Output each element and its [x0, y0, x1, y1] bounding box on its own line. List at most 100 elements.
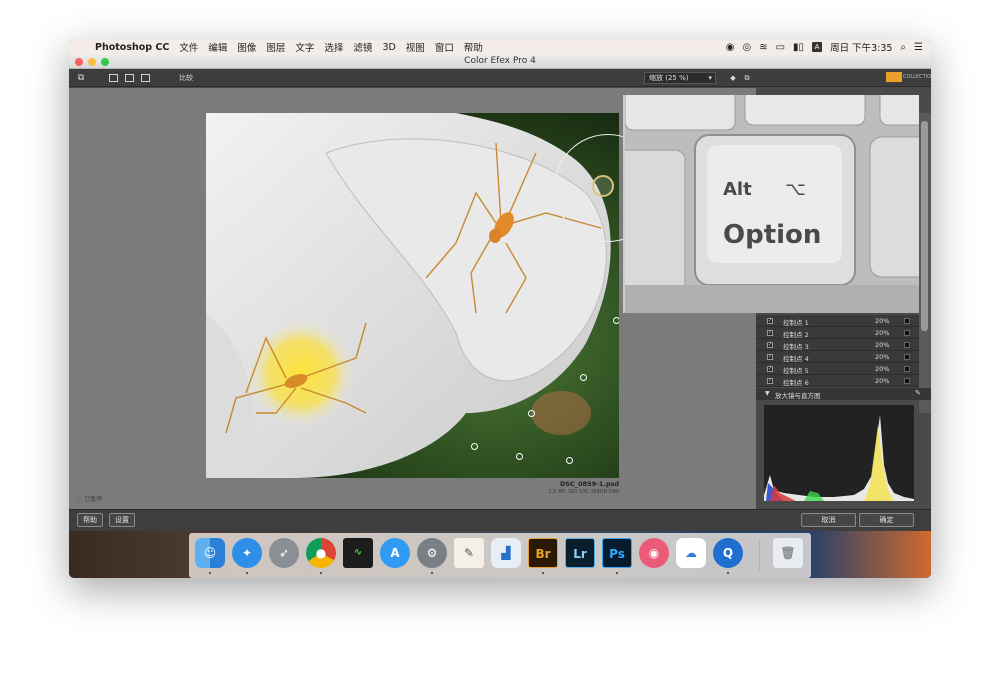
- single-view-icon[interactable]: [109, 74, 118, 82]
- dock-running-indicator: [431, 572, 433, 574]
- control-point-checkbox[interactable]: ✓: [767, 330, 773, 336]
- control-point-checkbox[interactable]: ✓: [767, 378, 773, 384]
- mac-menubar: Photoshop CC 文件 编辑 图像 图层 文字 选择 滤镜 3D 视图 …: [69, 39, 931, 55]
- dock-running-indicator: [246, 572, 248, 574]
- control-point-checkbox[interactable]: ✓: [767, 318, 773, 324]
- activity-monitor-icon[interactable]: ∿: [343, 538, 373, 568]
- render-status-label: 已暂停: [84, 496, 103, 503]
- panel-toggle-icon[interactable]: ⧉: [742, 72, 752, 84]
- menubar-clock[interactable]: 周日 下午3:35: [830, 40, 892, 54]
- menu-window[interactable]: 窗口: [435, 40, 454, 54]
- input-source-icon[interactable]: A: [812, 42, 823, 52]
- control-point-marker[interactable]: [516, 453, 523, 460]
- menu-3d[interactable]: 3D: [382, 42, 395, 53]
- menu-image[interactable]: 图像: [237, 40, 256, 54]
- loupe-histogram-header[interactable]: ▼ 放大镜与直方图 ✎: [756, 388, 931, 400]
- airplay-icon[interactable]: ▭: [776, 42, 785, 53]
- search-icon[interactable]: ⌕: [900, 42, 906, 53]
- collapse-triangle-icon[interactable]: ▼: [765, 390, 770, 397]
- control-point-row[interactable]: ✓ 控制点 6 20%: [756, 375, 919, 387]
- weibo-icon[interactable]: ◉: [639, 538, 669, 568]
- dock-running-indicator: [209, 572, 211, 574]
- window-title: Color Efex Pro 4: [464, 56, 536, 66]
- image-filename: DSC_0859-1.psd: [559, 480, 619, 488]
- finder-icon[interactable]: ☺: [195, 538, 225, 568]
- control-point-marker[interactable]: [471, 443, 478, 450]
- control-point-marker[interactable]: [566, 457, 573, 464]
- quicktime-icon[interactable]: Q: [713, 538, 743, 568]
- control-point-checkbox[interactable]: ✓: [767, 354, 773, 360]
- control-point-marker[interactable]: [528, 410, 535, 417]
- app-store-icon[interactable]: A: [380, 538, 410, 568]
- cancel-button[interactable]: 取消: [801, 513, 856, 527]
- control-point-mask-toggle[interactable]: [904, 378, 910, 384]
- control-point-mask-toggle[interactable]: [904, 318, 910, 324]
- side-by-side-view-icon[interactable]: [141, 74, 150, 82]
- scrollbar-thumb[interactable]: [921, 121, 928, 331]
- control-point-row[interactable]: ✓ 控制点 2 20%: [756, 327, 919, 339]
- wifi-icon[interactable]: ≋: [759, 42, 767, 53]
- control-point-list: ✓ 控制点 1 20% ✓ 控制点 2 20% ✓ 控制点 3 20% ✓ 控制…: [756, 315, 919, 387]
- menu-type[interactable]: 文字: [295, 40, 314, 54]
- settings-button[interactable]: 设置: [109, 513, 135, 527]
- control-point-mask-toggle[interactable]: [904, 342, 910, 348]
- layout-toggle-icon[interactable]: ⧉: [75, 72, 87, 84]
- control-point-marker[interactable]: [613, 317, 619, 324]
- control-point-row[interactable]: ✓ 控制点 5 20%: [756, 363, 919, 375]
- lightroom-icon[interactable]: Lr: [565, 538, 595, 568]
- panel-scrollbar[interactable]: [919, 113, 931, 413]
- dock: ☺ ✦ ➶ ● ∿ A ⚙ ✎ ▟ Br Lr Ps ◉ ☁ Q 🗑: [189, 533, 811, 578]
- key-option-label: Option: [723, 220, 821, 250]
- render-status: ◌ 已暂停: [77, 494, 102, 503]
- dock-running-indicator: [320, 572, 322, 574]
- control-point-opacity: 20%: [875, 329, 890, 337]
- control-point-name: 控制点 2: [783, 331, 809, 339]
- menu-edit[interactable]: 编辑: [208, 40, 227, 54]
- control-point-mask-toggle[interactable]: [904, 330, 910, 336]
- trash-icon[interactable]: 🗑: [773, 538, 803, 568]
- control-point-opacity: 20%: [875, 353, 890, 361]
- bridge-icon[interactable]: Br: [528, 538, 558, 568]
- control-point-marker[interactable]: [580, 374, 587, 381]
- notification-center-icon[interactable]: ☰: [914, 42, 923, 53]
- ok-button[interactable]: 确定: [859, 513, 914, 527]
- image-details: 1.5 MP, ISO 500, NIKON D90: [548, 489, 619, 495]
- menu-select[interactable]: 选择: [324, 40, 343, 54]
- menu-view[interactable]: 视图: [406, 40, 425, 54]
- histogram-graph: [764, 415, 914, 501]
- battery-icon[interactable]: ▮▯: [793, 42, 804, 53]
- control-point-mask-toggle[interactable]: [904, 354, 910, 360]
- photoshop-icon[interactable]: Ps: [602, 538, 632, 568]
- zoom-select-label: 缩放 (25 %): [649, 74, 689, 82]
- menubar-app-name[interactable]: Photoshop CC: [95, 42, 169, 53]
- baidu-netdisk-icon[interactable]: ☁: [676, 538, 706, 568]
- menu-help[interactable]: 帮助: [464, 40, 483, 54]
- zoom-select[interactable]: 缩放 (25 %) ▾: [644, 72, 716, 84]
- compare-button[interactable]: 比较: [175, 72, 197, 84]
- record-icon[interactable]: ◉: [726, 42, 735, 53]
- keynote-icon[interactable]: ▟: [491, 538, 521, 568]
- safari-icon[interactable]: ✦: [232, 538, 262, 568]
- menu-file[interactable]: 文件: [179, 40, 198, 54]
- control-point-checkbox[interactable]: ✓: [767, 342, 773, 348]
- textedit-icon[interactable]: ✎: [454, 538, 484, 568]
- control-point-row[interactable]: ✓ 控制点 3 20%: [756, 339, 919, 351]
- toolbar: ⧉ 比较 缩放 (25 %) ▾ ◆ ⧉ COLLECTION: [69, 69, 931, 87]
- control-point-mask-toggle[interactable]: [904, 366, 910, 372]
- spinner-icon: ◌: [77, 496, 83, 503]
- eye-icon[interactable]: ◎: [742, 42, 751, 53]
- chrome-icon[interactable]: ●: [306, 538, 336, 568]
- split-view-icon[interactable]: [125, 74, 134, 82]
- loupe-toggle-icon[interactable]: ◆: [728, 72, 738, 84]
- brand-text: COLLECTION: [903, 74, 931, 80]
- control-point-opacity: 20%: [875, 365, 890, 373]
- control-point-row[interactable]: ✓ 控制点 1 20%: [756, 315, 919, 327]
- control-point-row[interactable]: ✓ 控制点 4 20%: [756, 351, 919, 363]
- control-point-checkbox[interactable]: ✓: [767, 366, 773, 372]
- menu-layer[interactable]: 图层: [266, 40, 285, 54]
- menu-filter[interactable]: 滤镜: [353, 40, 372, 54]
- help-button[interactable]: 帮助: [77, 513, 103, 527]
- pin-icon[interactable]: ✎: [915, 389, 921, 397]
- launchpad-icon[interactable]: ➶: [269, 538, 299, 568]
- system-preferences-icon[interactable]: ⚙: [417, 538, 447, 568]
